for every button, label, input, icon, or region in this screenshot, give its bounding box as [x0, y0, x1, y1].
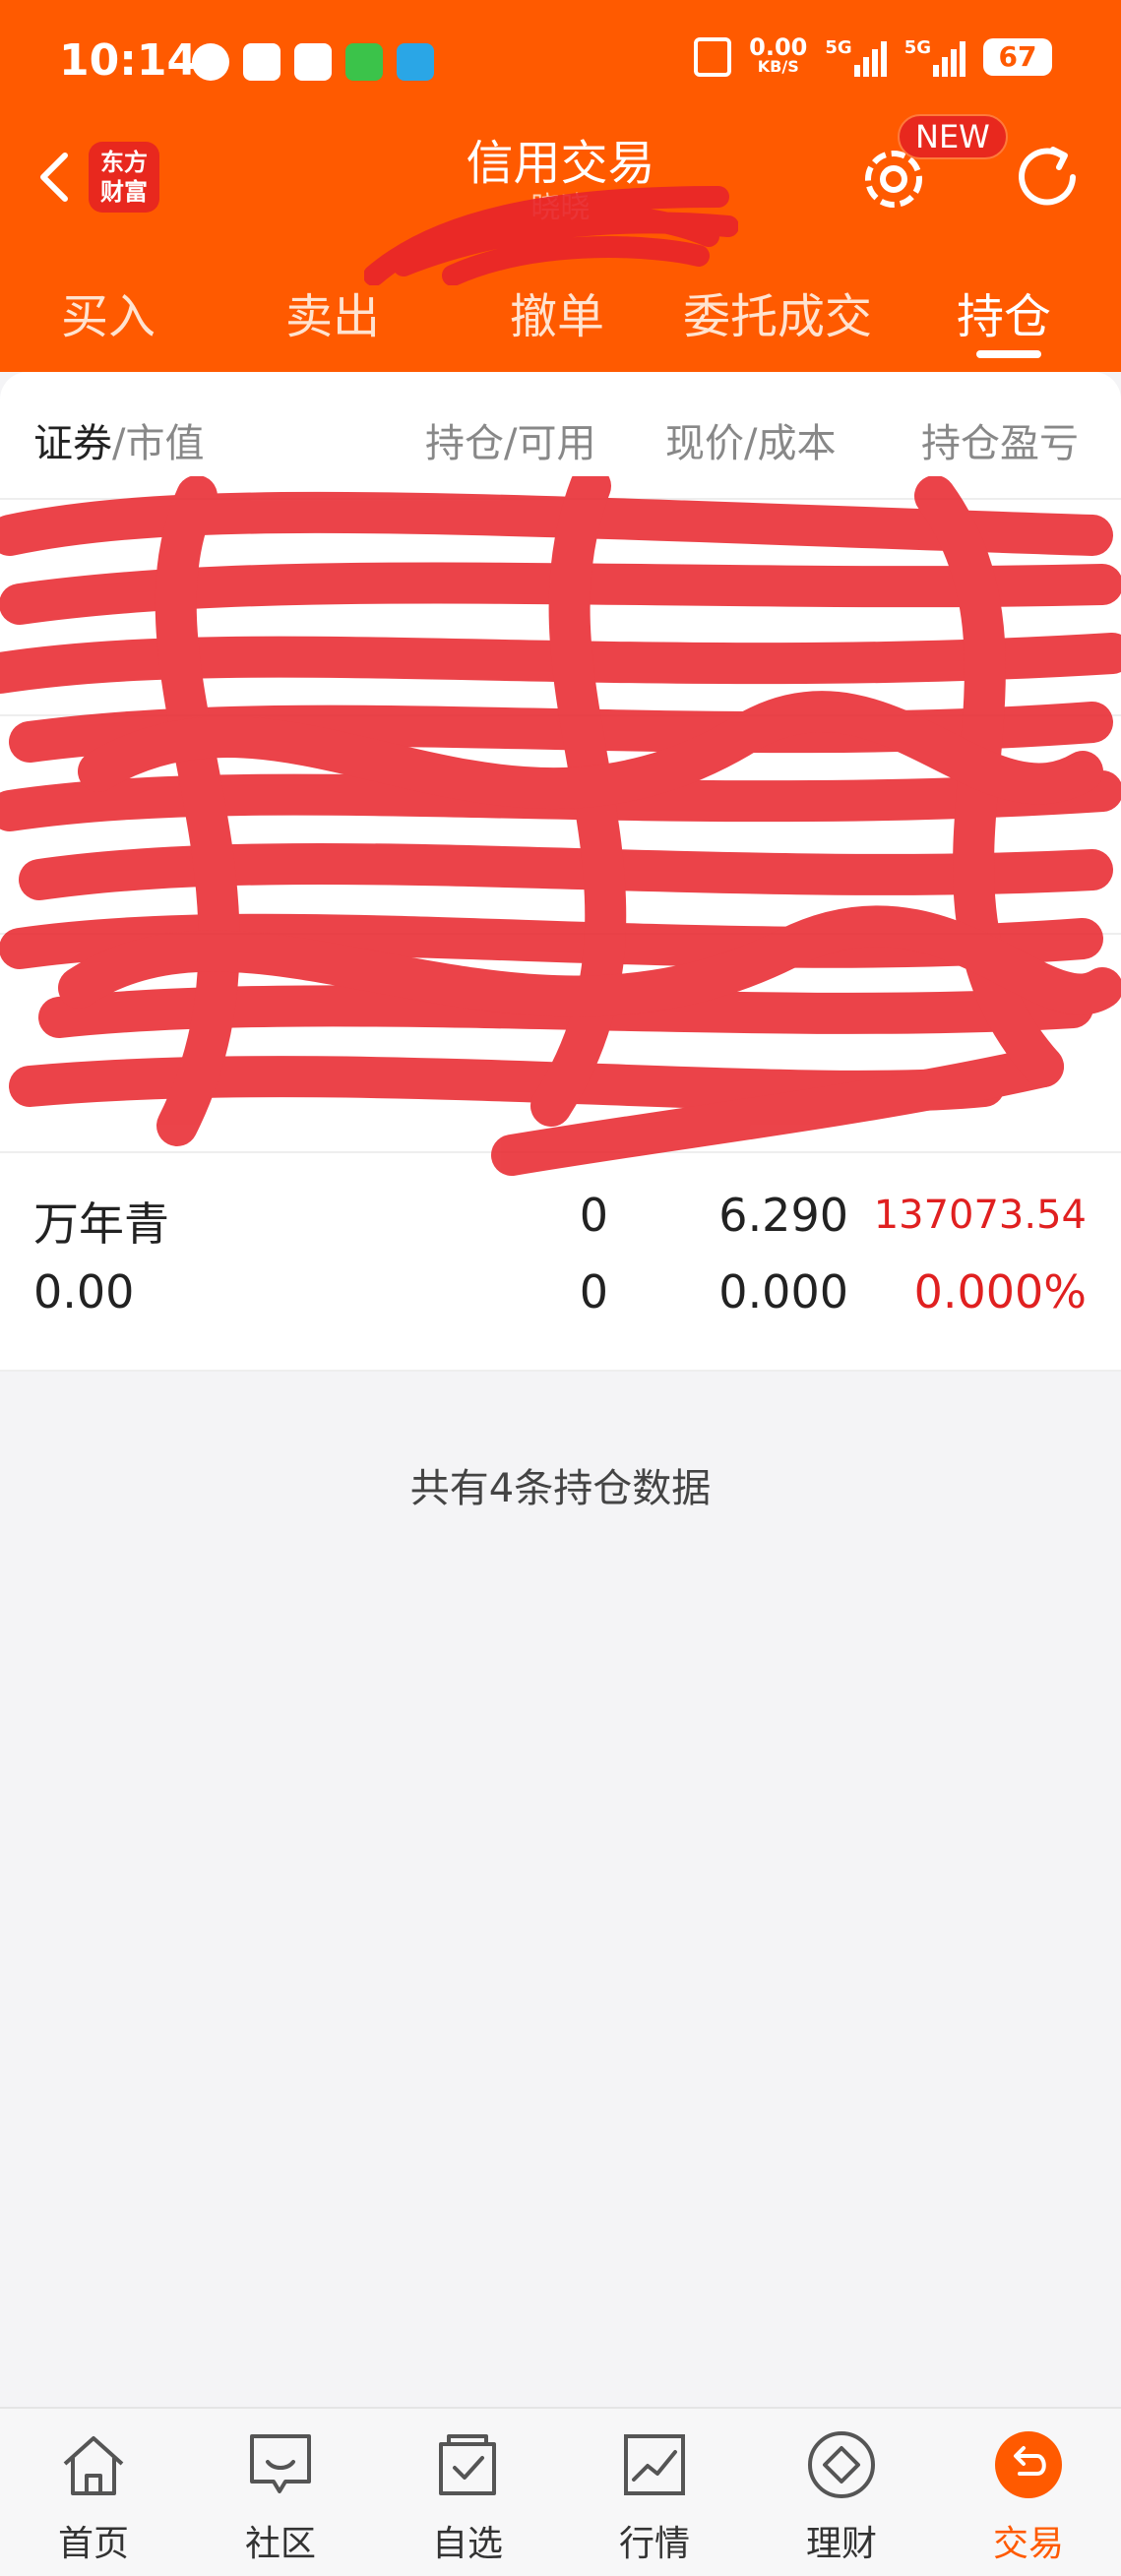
- refresh-icon[interactable]: [1008, 138, 1087, 216]
- col-price: 现价/成本: [665, 421, 837, 466]
- nav-market[interactable]: 行情: [561, 2409, 748, 2576]
- position-qty: 0: [579, 1189, 608, 1242]
- tab-positions[interactable]: 持仓: [957, 277, 1051, 346]
- status-bar: 10:14 0.00 KB/S 5G 5G 67: [0, 0, 1121, 128]
- available-qty: 0: [579, 1265, 608, 1319]
- nav-watchlist[interactable]: 自选: [374, 2409, 561, 2576]
- message-icon: [345, 43, 383, 81]
- col-position: 持仓/可用: [425, 421, 596, 466]
- net-speed-unit: KB/S: [757, 57, 799, 76]
- net-speed-value: 0.00: [749, 33, 808, 61]
- col-market-value: /市值: [112, 421, 205, 466]
- community-icon: [250, 2434, 311, 2493]
- active-tab-indicator: [976, 350, 1041, 358]
- top-bar: 10:14 0.00 KB/S 5G 5G 67 东方 财富 信用交易 晓晓 N…: [0, 0, 1121, 372]
- watchlist-icon: [439, 2434, 496, 2495]
- status-time: 10:14: [59, 35, 198, 86]
- notification-icons: [192, 43, 434, 81]
- trade-icon: [995, 2431, 1062, 2498]
- tab-orders[interactable]: 委托成交: [683, 277, 872, 346]
- nav-community[interactable]: 社区: [187, 2409, 374, 2576]
- app-notification-icon: [192, 43, 229, 81]
- market-value: 0.00: [33, 1265, 135, 1319]
- nav-bar: 东方 财富 信用交易 晓晓 NEW: [0, 114, 1121, 285]
- nav-home[interactable]: 首页: [0, 2409, 187, 2576]
- position-pnl: 137073.54: [873, 1193, 1087, 1238]
- signal-2-icon: [933, 37, 965, 77]
- wealth-icon: [808, 2431, 875, 2498]
- status-right: 0.00 KB/S 5G 5G 67: [694, 33, 1052, 77]
- col-pnl: 持仓盈亏: [921, 421, 1079, 466]
- cost-price: 0.000: [718, 1265, 848, 1319]
- toutiao-icon: [243, 43, 280, 81]
- col-security: 证券: [33, 421, 112, 466]
- current-price: 6.290: [718, 1189, 848, 1242]
- new-badge: NEW: [898, 114, 1008, 159]
- position-pnl-pct: 0.000%: [913, 1265, 1087, 1319]
- bottom-nav: 首页 社区 自选 行情 理财 交易: [0, 2407, 1121, 2576]
- tab-cancel[interactable]: 撤单: [510, 277, 604, 346]
- table-row[interactable]: 万年青 0.00 0 0 6.290 0.000 137073.54 0.000…: [0, 1153, 1121, 1372]
- tab-buy[interactable]: 买入: [61, 277, 156, 346]
- signal-1-label: 5G: [825, 37, 852, 58]
- tab-sell[interactable]: 卖出: [285, 277, 380, 346]
- signal-1-icon: [853, 37, 887, 77]
- battery-icon: 67: [983, 38, 1052, 76]
- trade-tabs: 买入 卖出 撤单 委托成交 持仓: [0, 266, 1121, 364]
- positions-count-message: 共有4条持仓数据: [409, 1466, 712, 1511]
- signal-2-label: 5G: [903, 37, 931, 58]
- home-icon: [63, 2436, 124, 2495]
- redaction-scribble: [0, 476, 1121, 1176]
- telegram-icon: [397, 43, 434, 81]
- settings-notification-icon: [294, 43, 332, 81]
- nfc-icon: [694, 37, 732, 77]
- nav-wealth[interactable]: 理财: [748, 2409, 935, 2576]
- nav-trade[interactable]: 交易: [935, 2409, 1121, 2576]
- market-icon: [624, 2434, 685, 2495]
- security-name: 万年青: [33, 1197, 169, 1251]
